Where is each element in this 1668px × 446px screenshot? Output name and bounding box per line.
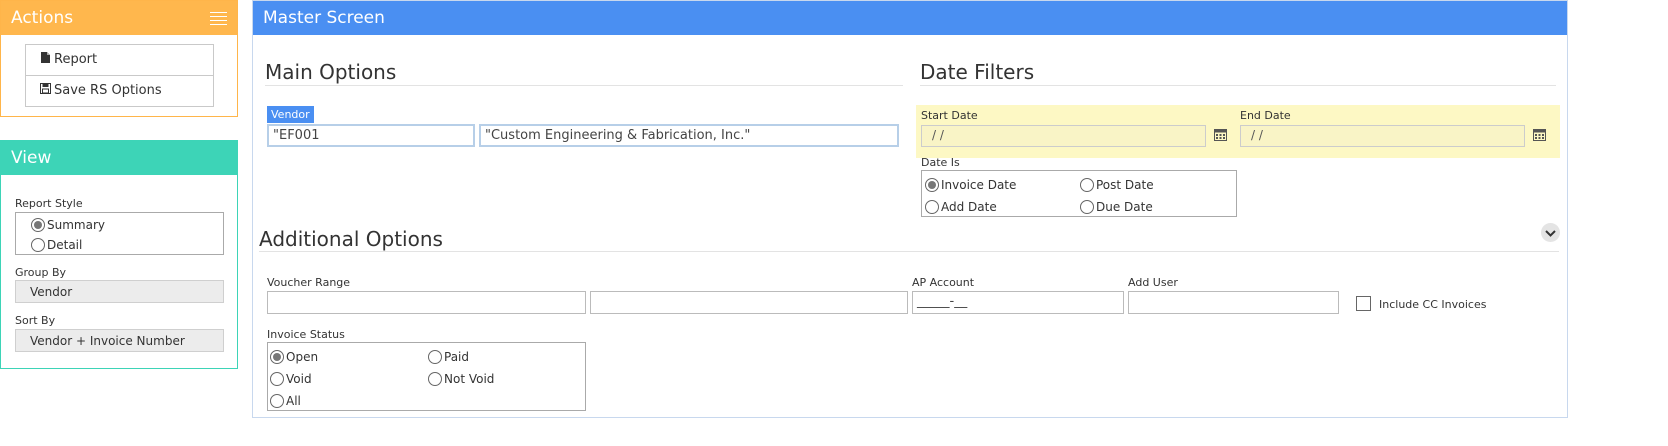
ap-account-label: AP Account <box>912 276 975 289</box>
group-by-field: Vendor <box>15 280 224 303</box>
voucher-range-label: Voucher Range <box>267 276 351 289</box>
radio-detail[interactable] <box>31 237 45 252</box>
report-style-summary[interactable]: Summary <box>31 217 105 232</box>
view-panel: View Report Style Summary Detail Group B… <box>0 140 238 369</box>
radio-not-void[interactable] <box>428 371 442 386</box>
actions-header: Actions <box>1 1 237 35</box>
main-options-title: Main Options <box>265 60 397 84</box>
report-button[interactable]: Report <box>25 44 214 76</box>
radio-add-date[interactable] <box>925 199 939 214</box>
include-cc-invoices-checkbox[interactable] <box>1356 296 1371 311</box>
additional-options-title: Additional Options <box>259 227 443 251</box>
start-date-label: Start Date <box>921 109 978 122</box>
date-is-due-date[interactable]: Due Date <box>1080 199 1153 214</box>
floppy-icon <box>38 83 52 97</box>
invoice-status-void[interactable]: Void <box>270 371 312 386</box>
chevron-down-icon[interactable] <box>1541 223 1560 242</box>
main-options-divider <box>265 85 903 86</box>
radio-open[interactable] <box>270 349 284 364</box>
actions-panel: Actions Report Save RS Options <box>0 0 238 117</box>
invoice-status-label: Invoice Status <box>267 328 345 341</box>
group-by-label: Group By <box>15 266 67 279</box>
view-title: View <box>11 148 52 168</box>
view-header: View <box>1 141 237 175</box>
voucher-from-input[interactable] <box>267 291 586 314</box>
ap-account-input[interactable]: _____-__ <box>912 291 1124 314</box>
additional-options-divider <box>259 251 1559 252</box>
radio-all[interactable] <box>270 393 284 408</box>
master-screen: Master Screen Main Options Vendor "EF001… <box>252 0 1568 418</box>
radio-paid[interactable] <box>428 349 442 364</box>
end-date-input[interactable]: / / <box>1240 125 1525 147</box>
date-is-add-date[interactable]: Add Date <box>925 199 997 214</box>
add-user-input[interactable] <box>1128 291 1339 314</box>
invoice-status-not-void[interactable]: Not Void <box>428 371 494 386</box>
report-button-label: Report <box>54 52 98 67</box>
sort-by-field: Vendor + Invoice Number <box>15 329 224 352</box>
date-is-label: Date Is <box>921 156 960 169</box>
invoice-status-open[interactable]: Open <box>270 349 318 364</box>
radio-void[interactable] <box>270 371 284 386</box>
invoice-status-paid[interactable]: Paid <box>428 349 469 364</box>
hamburger-menu-icon[interactable] <box>210 12 227 25</box>
end-date-calendar-icon[interactable] <box>1533 128 1547 142</box>
sort-by-label: Sort By <box>15 314 56 327</box>
include-cc-invoices-label: Include CC Invoices <box>1379 298 1487 311</box>
date-filters-title: Date Filters <box>920 60 1035 84</box>
date-is-post-date[interactable]: Post Date <box>1080 177 1154 192</box>
report-style-label: Report Style <box>15 197 83 210</box>
vendor-name-input[interactable]: "Custom Engineering & Fabrication, Inc." <box>479 124 899 147</box>
start-date-input[interactable]: / / <box>921 125 1206 147</box>
file-icon <box>38 52 52 66</box>
save-rs-options-button[interactable]: Save RS Options <box>25 75 214 107</box>
radio-post-date[interactable] <box>1080 177 1094 192</box>
vendor-label: Vendor <box>267 106 314 123</box>
master-screen-header: Master Screen <box>253 1 1567 35</box>
voucher-to-input[interactable] <box>590 291 908 314</box>
report-style-detail[interactable]: Detail <box>31 237 82 252</box>
end-date-label: End Date <box>1240 109 1291 122</box>
date-is-invoice-date[interactable]: Invoice Date <box>925 177 1016 192</box>
date-filters-divider <box>920 85 1556 86</box>
radio-invoice-date[interactable] <box>925 177 939 192</box>
add-user-label: Add User <box>1128 276 1178 289</box>
actions-title: Actions <box>11 8 74 28</box>
radio-due-date[interactable] <box>1080 199 1094 214</box>
invoice-status-all[interactable]: All <box>270 393 301 408</box>
vendor-code-input[interactable]: "EF001 <box>267 124 475 147</box>
master-screen-title: Master Screen <box>263 8 385 28</box>
start-date-calendar-icon[interactable] <box>1214 128 1228 142</box>
radio-summary[interactable] <box>31 217 45 232</box>
save-rs-options-label: Save RS Options <box>54 83 162 98</box>
